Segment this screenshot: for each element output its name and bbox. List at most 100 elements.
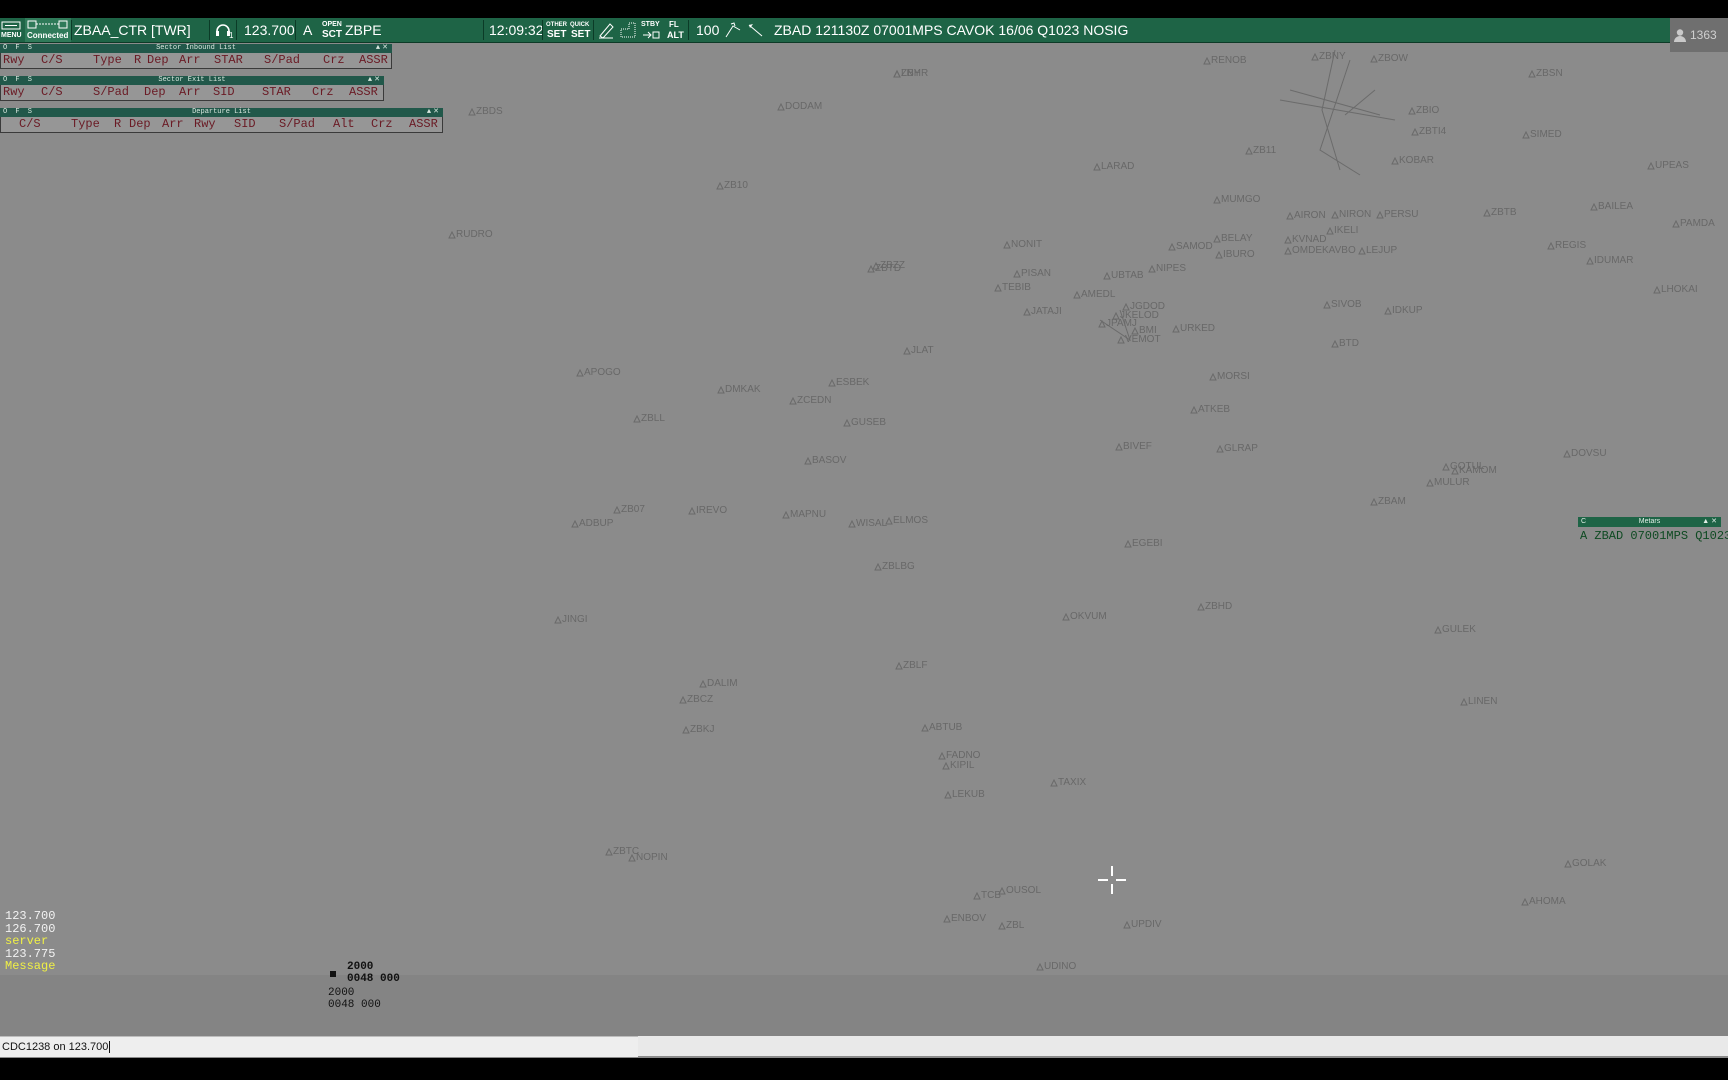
open-sct-button[interactable]: OPEN SCT: [320, 18, 342, 42]
close-icon[interactable]: ✕: [382, 44, 390, 52]
strip-button[interactable]: [596, 18, 616, 42]
metar-text: ZBAD 121130Z 07001MPS CAVOK 16/06 Q1023 …: [774, 22, 1129, 38]
vector-button[interactable]: [746, 18, 768, 42]
menu-button[interactable]: MENU: [1, 18, 23, 42]
quick-set-top: QUICK: [570, 22, 590, 28]
close-icon[interactable]: ✕: [433, 108, 441, 116]
frequency-item[interactable]: server: [5, 935, 55, 948]
airport-selector[interactable]: ZBPE: [345, 18, 382, 42]
sector-exit-list[interactable]: O F S Sector Exit List ▲✕ Rwy C/S S/Pad Dep…: [0, 76, 384, 101]
waypoint-label: JPAMJ: [1106, 318, 1137, 329]
waypoint-label: ZBTC: [613, 846, 639, 857]
other-set-button[interactable]: OTHER SET: [545, 18, 567, 42]
waypoint-icon: [1460, 697, 1468, 706]
airway-line: [1289, 89, 1381, 116]
column-header[interactable]: S/Pad: [93, 85, 129, 100]
waypoint-label: IDUMAR: [1594, 255, 1633, 266]
frequency-item[interactable]: Message: [5, 960, 55, 973]
waypoint-label: IBURO: [1223, 249, 1255, 260]
metars-window[interactable]: C Metars ▲✕ A ZBAD 07001MPS Q1023: [1578, 517, 1728, 543]
column-header[interactable]: Alt: [333, 117, 355, 132]
list-titlebar[interactable]: O F S Sector Exit List ▲✕: [0, 76, 384, 85]
waypoint-icon: [1311, 52, 1319, 61]
sector-inbound-list[interactable]: O F S Sector Inbound List ▲✕ Rwy C/S Type R…: [0, 44, 392, 69]
ruler-icon: [725, 22, 741, 38]
waypoint-label: BIVEF: [1123, 441, 1152, 452]
column-header[interactable]: ASSR: [349, 85, 378, 100]
column-header[interactable]: Dep: [129, 117, 151, 132]
column-header[interactable]: Type: [71, 117, 100, 132]
connect-button[interactable]: Connected: [25, 18, 71, 42]
column-header[interactable]: R: [134, 53, 141, 68]
waypoint-icon: [1384, 306, 1392, 315]
column-header[interactable]: Type: [93, 53, 122, 68]
metars-window-controls[interactable]: ▲✕: [1702, 517, 1719, 527]
stby-button[interactable]: STBY: [640, 18, 662, 42]
list-titlebar[interactable]: O F S Departure List ▲✕: [0, 108, 443, 117]
waypoint-icon: [1672, 219, 1680, 228]
waypoint-label: TEBIB: [1002, 282, 1031, 293]
sector-button[interactable]: [618, 18, 638, 42]
column-header[interactable]: ASSR: [409, 117, 438, 132]
user-counter[interactable]: 1363: [1670, 18, 1728, 52]
metars-titlebar[interactable]: C Metars ▲✕: [1578, 517, 1721, 527]
waypoint-label: ELMOS: [893, 515, 928, 526]
command-line-input[interactable]: CDC1238 on 123.700: [0, 1036, 638, 1057]
close-icon[interactable]: ✕: [374, 76, 382, 84]
list-window-controls[interactable]: ▲✕: [368, 76, 382, 85]
waypoint-label: SAMOD: [1176, 241, 1213, 252]
waypoint-label: AIRON: [1294, 210, 1326, 221]
fl-alt-button[interactable]: FL ALT: [664, 18, 686, 42]
collapse-icon[interactable]: ▲: [1702, 518, 1711, 525]
frequency-item[interactable]: 123.700: [5, 910, 55, 923]
column-header[interactable]: C/S: [41, 85, 63, 100]
waypoint-icon: [1326, 226, 1334, 235]
waypoint-label: MULUR: [1434, 477, 1470, 488]
range-value[interactable]: 100: [696, 18, 719, 42]
waypoint-icon: [679, 695, 687, 704]
waypoint-label: PISAN: [1021, 268, 1051, 279]
waypoint-icon: [1590, 202, 1598, 211]
column-header[interactable]: Crz: [312, 85, 334, 100]
measure-button[interactable]: [723, 18, 745, 42]
list-window-controls[interactable]: ▲✕: [376, 44, 390, 53]
headset-button[interactable]: 1: [212, 18, 236, 42]
column-header[interactable]: S/Pad: [279, 117, 315, 132]
column-header[interactable]: Dep: [144, 85, 166, 100]
waypoint-icon: [1564, 859, 1572, 868]
column-header[interactable]: Dep: [147, 53, 169, 68]
column-header[interactable]: Arr: [162, 117, 184, 132]
waypoint-label: RENOB: [1211, 55, 1247, 66]
column-header[interactable]: Arr: [179, 85, 201, 100]
waypoint-label: UPDIV: [1131, 919, 1162, 930]
column-header[interactable]: ASSR: [359, 53, 388, 68]
column-header[interactable]: SID: [213, 85, 235, 100]
departure-list[interactable]: O F S Departure List ▲✕ C/S Type R Dep Arr Rw…: [0, 108, 443, 133]
waypoint-label: EGEBI: [1132, 538, 1163, 549]
column-header[interactable]: STAR: [262, 85, 291, 100]
close-icon[interactable]: ✕: [1711, 518, 1719, 525]
primary-frequency[interactable]: 123.700: [244, 18, 295, 42]
column-header[interactable]: Rwy: [3, 53, 25, 68]
column-header[interactable]: Crz: [323, 53, 345, 68]
column-header[interactable]: SID: [234, 117, 256, 132]
atis-letter[interactable]: A: [303, 18, 312, 42]
column-header[interactable]: STAR: [214, 53, 243, 68]
column-header[interactable]: Crz: [371, 117, 393, 132]
list-window-controls[interactable]: ▲✕: [427, 108, 441, 117]
waypoint-label: ZBLL: [641, 413, 665, 424]
waypoint-icon: [1442, 462, 1450, 471]
waypoint-label: GULEK: [1442, 624, 1476, 635]
waypoint-label: VEMOT: [1125, 334, 1161, 345]
column-header[interactable]: Rwy: [3, 85, 25, 100]
waypoint-icon: [571, 519, 579, 528]
list-titlebar[interactable]: O F S Sector Inbound List ▲✕: [0, 44, 392, 53]
column-header[interactable]: Rwy: [194, 117, 216, 132]
quick-set-button[interactable]: QUICK SET: [569, 18, 591, 42]
column-header[interactable]: S/Pad: [264, 53, 300, 68]
waypoint-icon: [1023, 307, 1031, 316]
column-header[interactable]: Arr: [179, 53, 201, 68]
column-header[interactable]: R: [114, 117, 121, 132]
column-header[interactable]: C/S: [19, 117, 41, 132]
column-header[interactable]: C/S: [41, 53, 63, 68]
